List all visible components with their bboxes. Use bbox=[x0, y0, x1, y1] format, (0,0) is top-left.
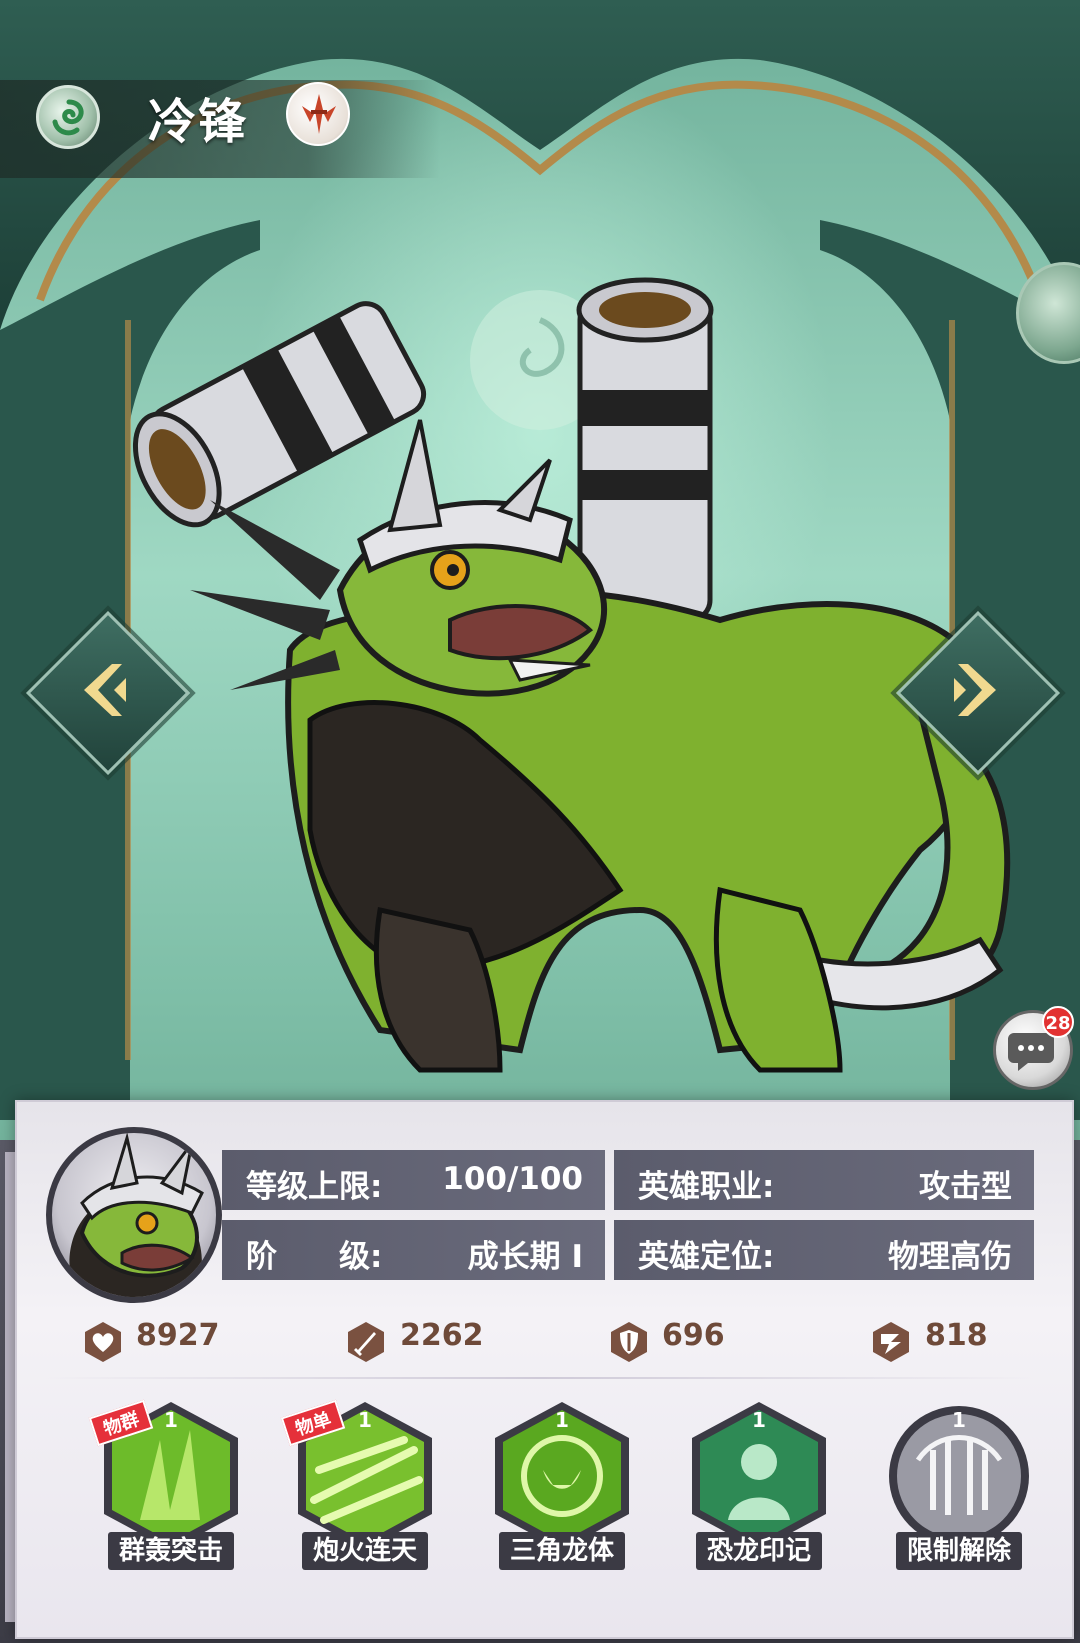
speed-value: 818 bbox=[925, 1318, 988, 1353]
skill-name: 限制解除 bbox=[896, 1532, 1022, 1570]
hero-name: 冷锋 bbox=[148, 94, 249, 150]
level-cap-value: 100/100 bbox=[442, 1161, 583, 1197]
role-value: 攻击型 bbox=[919, 1169, 1012, 1205]
skill-name: 恐龙印记 bbox=[696, 1532, 822, 1570]
sword-crest-icon[interactable] bbox=[286, 82, 350, 146]
chevron-right-icon bbox=[954, 664, 996, 716]
position-label: 英雄定位: bbox=[638, 1239, 775, 1275]
stage-label: 阶 级: bbox=[246, 1239, 383, 1275]
level-cap-label: 等级上限: bbox=[246, 1169, 383, 1205]
skill-level: 1 bbox=[952, 1408, 966, 1432]
shield-icon bbox=[611, 1322, 647, 1362]
stage-row: 阶 级: 成长期 I bbox=[222, 1220, 605, 1280]
role-row: 英雄职业: 攻击型 bbox=[614, 1150, 1034, 1210]
role-label: 英雄职业: bbox=[638, 1169, 775, 1205]
hero-portrait[interactable] bbox=[46, 1127, 222, 1303]
speed-icon bbox=[873, 1322, 909, 1362]
chat-unread-badge: 28 bbox=[1042, 1006, 1074, 1038]
hp-value: 8927 bbox=[136, 1318, 220, 1353]
position-value: 物理高伤 bbox=[888, 1239, 1012, 1275]
stage-value: 成长期 I bbox=[467, 1239, 583, 1275]
wind-swirl-icon[interactable] bbox=[36, 85, 100, 149]
skill-name: 炮火连天 bbox=[302, 1532, 428, 1570]
skill-5[interactable]: 1 限制解除 bbox=[884, 1400, 1034, 1570]
stats-divider bbox=[45, 1377, 1035, 1379]
sword-icon bbox=[348, 1322, 384, 1362]
skill-name: 群轰突击 bbox=[108, 1532, 234, 1570]
chevron-left-icon bbox=[84, 664, 126, 716]
skill-4[interactable]: 1 恐龙印记 bbox=[684, 1400, 834, 1570]
skill-level: 1 bbox=[555, 1408, 569, 1432]
skill-level: 1 bbox=[752, 1408, 766, 1432]
attack-value: 2262 bbox=[400, 1318, 484, 1353]
skill-name: 三角龙体 bbox=[499, 1532, 625, 1570]
level-cap-row: 等级上限: 100/100 bbox=[222, 1150, 605, 1210]
heart-icon bbox=[85, 1322, 121, 1362]
position-row: 英雄定位: 物理高伤 bbox=[614, 1220, 1034, 1280]
defense-value: 696 bbox=[662, 1318, 725, 1353]
skill-3[interactable]: 1 三角龙体 bbox=[487, 1400, 637, 1570]
